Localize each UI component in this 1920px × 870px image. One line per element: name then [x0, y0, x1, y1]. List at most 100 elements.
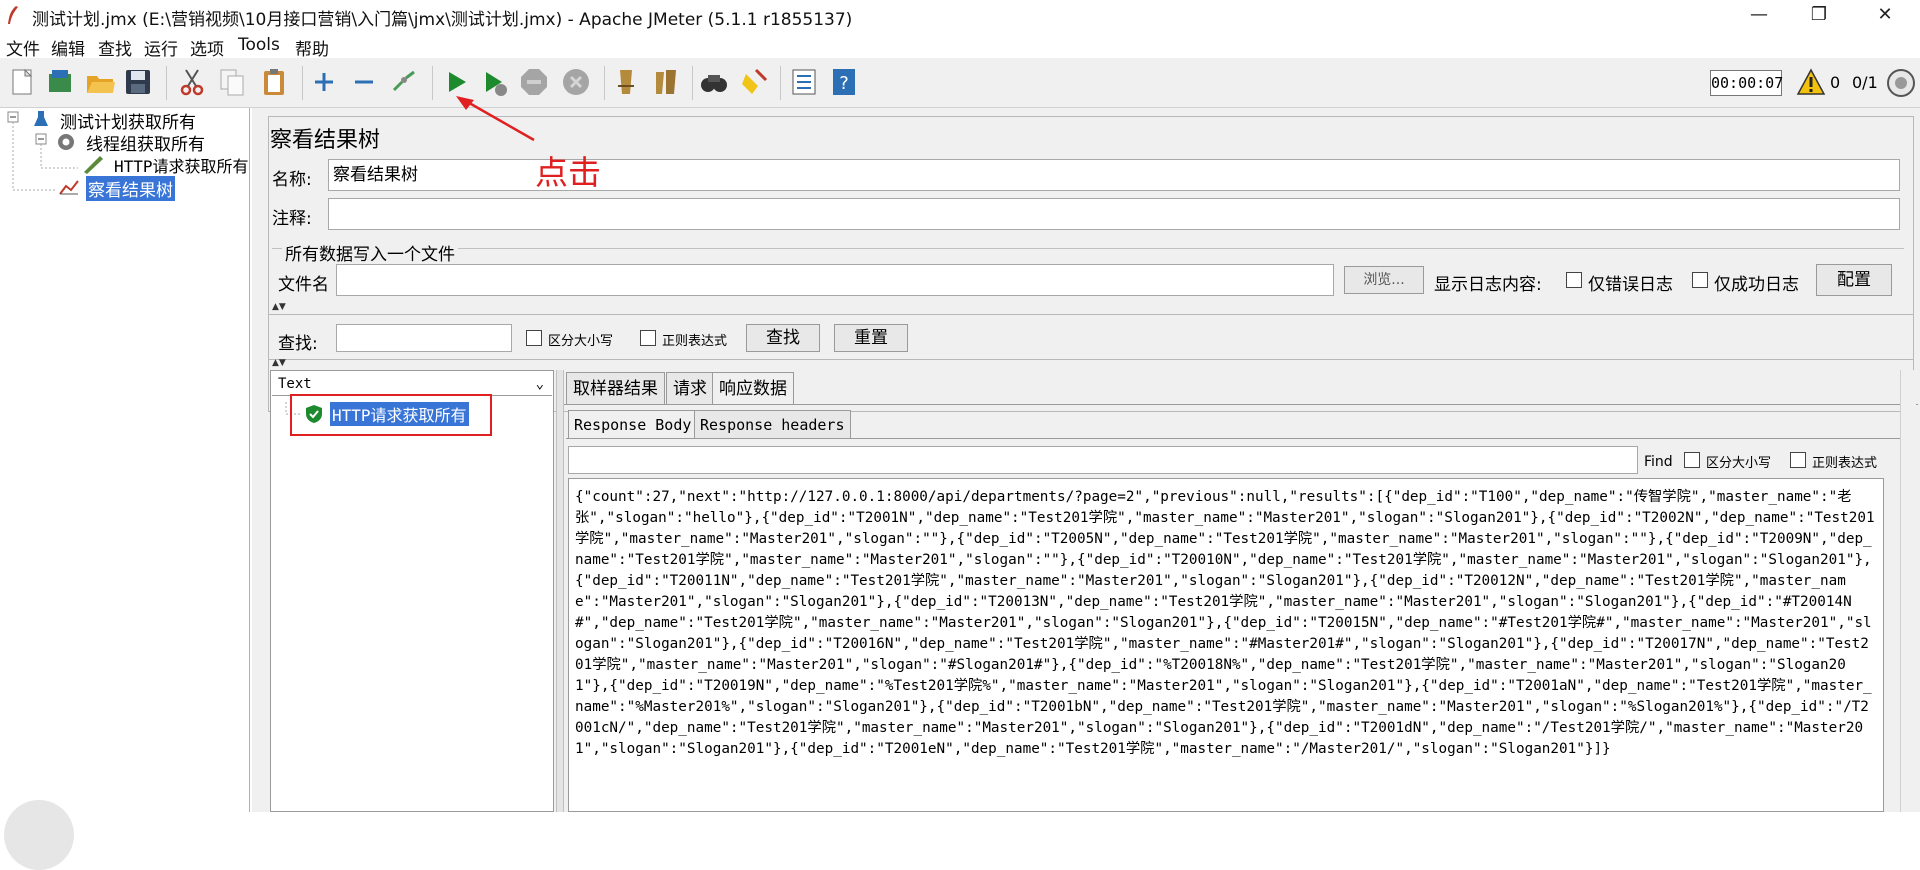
response-find-input[interactable] — [568, 446, 1638, 474]
menu-bar: 文件 编辑 查找 运行 选项 Tools 帮助 — [0, 32, 1920, 60]
jmeter-feather-icon — [8, 6, 18, 24]
cut-icon[interactable] — [176, 66, 208, 98]
response-find-label: Find — [1644, 454, 1673, 470]
comment-label: 注释: — [272, 209, 312, 229]
listener-chart-icon — [59, 180, 79, 195]
search-case-label: 区分大小写 — [548, 334, 614, 349]
search-case-checkbox[interactable] — [526, 330, 542, 346]
toolbar-separator — [604, 66, 605, 100]
toolbar-separator — [780, 66, 781, 100]
menu-options[interactable]: 选项 — [190, 35, 224, 60]
comment-field[interactable] — [328, 198, 1900, 230]
menu-file[interactable]: 文件 — [6, 35, 40, 60]
tree-node-thread-group[interactable]: 线程组获取所有 — [86, 130, 205, 155]
svg-text:?: ? — [839, 73, 849, 94]
response-body-text: {"count":27,"next":"http://127.0.0.1:800… — [575, 489, 1875, 757]
title-bar: 测试计划.jmx (E:\营销视频\10月接口营销\入门篇\jmx\测试计划.j… — [0, 0, 1920, 32]
menu-run[interactable]: 运行 — [144, 35, 178, 60]
splitter-arrows-2[interactable]: ▲▼ — [272, 358, 286, 368]
menu-tools[interactable]: Tools — [238, 35, 280, 55]
http-sampler-pen-icon — [84, 156, 103, 174]
warning-icon[interactable] — [1796, 68, 1826, 96]
help-icon[interactable]: ? — [828, 66, 860, 98]
close-button[interactable]: ✕ — [1856, 0, 1914, 30]
configure-button[interactable]: 配置 — [1816, 264, 1892, 296]
reset-button[interactable]: 重置 — [834, 324, 908, 352]
annotation-highlight-box — [290, 394, 492, 436]
renderer-value: Text — [278, 376, 312, 392]
expand-icon[interactable] — [308, 66, 340, 98]
scrollbar[interactable] — [1900, 370, 1916, 812]
search-input[interactable] — [336, 324, 512, 352]
success-only-label: 仅成功日志 — [1714, 275, 1799, 295]
errors-only-label: 仅错误日志 — [1588, 275, 1673, 295]
toolbar: ? 00:00:07 0 0/1 — [0, 58, 1920, 108]
subtab-response-headers[interactable]: Response headers — [694, 410, 851, 438]
errors-only-checkbox[interactable] — [1566, 272, 1582, 288]
new-icon[interactable] — [6, 66, 38, 98]
success-only-checkbox[interactable] — [1692, 272, 1708, 288]
vertical-splitter[interactable] — [556, 370, 564, 812]
toolbar-separator — [166, 66, 167, 100]
search-regex-label: 正则表达式 — [662, 334, 728, 349]
search-label: 查找: — [278, 334, 318, 354]
browse-button[interactable]: 浏览... — [1344, 266, 1424, 294]
status-indicator-icon — [1887, 69, 1915, 97]
toolbar-separator — [692, 66, 693, 100]
file-section-title: 所有数据写入一个文件 — [282, 240, 458, 265]
minimize-button[interactable]: — — [1730, 0, 1788, 30]
copy-icon[interactable] — [216, 66, 248, 98]
clear-icon[interactable] — [610, 66, 642, 98]
warning-count: 0 — [1830, 73, 1841, 92]
search-regex-checkbox[interactable] — [640, 330, 656, 346]
shutdown-icon[interactable] — [560, 66, 592, 98]
subtab-line — [566, 438, 1916, 439]
open-icon[interactable] — [84, 66, 116, 98]
response-body-area[interactable]: {"count":27,"next":"http://127.0.0.1:800… — [568, 478, 1884, 812]
annotation-arrow-icon — [456, 96, 535, 142]
paste-icon[interactable] — [258, 66, 290, 98]
response-find-regex-checkbox[interactable] — [1790, 452, 1806, 468]
active-threads: 0/1 — [1852, 73, 1878, 92]
chevron-down-icon: ⌄ — [535, 376, 544, 392]
templates-icon[interactable] — [44, 66, 76, 98]
toolbar-separator — [302, 66, 303, 100]
tree-node-view-results-tree[interactable]: 察看结果树 — [86, 176, 175, 201]
toggle-icon[interactable] — [388, 66, 420, 98]
name-label: 名称: — [272, 170, 312, 190]
menu-help[interactable]: 帮助 — [295, 35, 329, 60]
function-helper-icon[interactable] — [788, 66, 820, 98]
maximize-button[interactable]: ❐ — [1790, 0, 1848, 30]
elapsed-timer: 00:00:07 — [1710, 70, 1783, 96]
filename-input[interactable] — [336, 264, 1334, 296]
window-title: 测试计划.jmx (E:\营销视频\10月接口营销\入门篇\jmx\测试计划.j… — [32, 10, 853, 30]
menu-search[interactable]: 查找 — [98, 35, 132, 60]
test-plan-icon — [34, 111, 48, 126]
log-display-label: 显示日志内容: — [1434, 275, 1542, 295]
search-icon[interactable] — [698, 66, 730, 98]
tab-response-data[interactable]: 响应数据 — [712, 372, 794, 404]
test-plan-tree: 测试计划获取所有 线程组获取所有 HTTP请求获取所有 察看结果树 — [0, 108, 250, 812]
save-icon[interactable] — [122, 66, 154, 98]
subtab-response-body[interactable]: Response Body — [568, 410, 698, 438]
renderer-select[interactable]: Text ⌄ — [272, 372, 552, 396]
collapse-icon[interactable] — [348, 66, 380, 98]
response-find-regex-label: 正则表达式 — [1812, 456, 1878, 471]
clear-all-icon[interactable] — [650, 66, 682, 98]
tree-node-http-request[interactable]: HTTP请求获取所有 — [114, 153, 249, 177]
search-bar — [268, 314, 1914, 360]
find-button[interactable]: 查找 — [746, 324, 820, 352]
annotation-click-label: 点击 — [535, 153, 601, 192]
panel-title: 察看结果树 — [270, 128, 381, 153]
response-find-case-checkbox[interactable] — [1684, 452, 1700, 468]
floating-widget — [4, 800, 74, 870]
splitter-arrows[interactable]: ▲▼ — [272, 302, 286, 312]
filename-label: 文件名 — [278, 275, 329, 295]
toolbar-separator — [432, 66, 433, 100]
menu-edit[interactable]: 编辑 — [51, 35, 85, 60]
tab-request[interactable]: 请求 — [666, 372, 714, 404]
tab-sampler-result[interactable]: 取样器结果 — [566, 372, 665, 404]
thread-group-gear-icon — [58, 134, 74, 150]
sample-result-list — [270, 370, 554, 812]
reset-search-icon[interactable] — [738, 66, 770, 98]
